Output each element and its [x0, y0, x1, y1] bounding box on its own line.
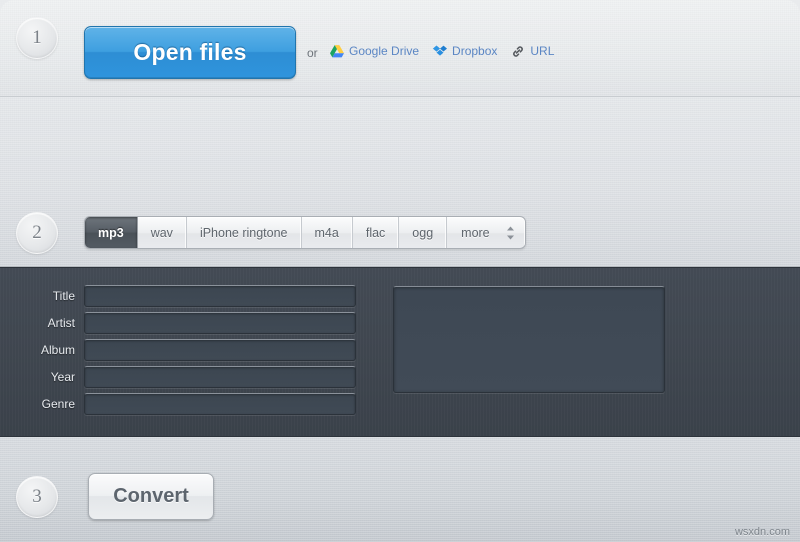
- field-row-artist: Artist: [22, 312, 356, 334]
- google-drive-label: Google Drive: [349, 44, 420, 58]
- open-files-button[interactable]: Open files: [84, 26, 296, 79]
- google-drive-icon: [330, 44, 344, 58]
- field-row-year: Year: [22, 366, 356, 388]
- label-year: Year: [50, 370, 75, 384]
- format-tab-ogg[interactable]: ogg: [399, 217, 448, 248]
- cloud-source-links: Google Drive Dropbox URL: [330, 44, 554, 58]
- input-genre[interactable]: [84, 393, 356, 415]
- step-2-section: 2 mp3 wav iPhone ringtone m4a flac ogg m…: [0, 97, 800, 354]
- input-year[interactable]: [84, 366, 356, 388]
- format-tab-mp3[interactable]: mp3: [85, 217, 138, 248]
- format-tab-more-label: more: [461, 225, 490, 240]
- dropbox-link[interactable]: Dropbox: [433, 44, 497, 58]
- input-album[interactable]: [84, 339, 356, 361]
- format-tab-more[interactable]: more: [447, 217, 524, 248]
- stepper-updown-icon[interactable]: [506, 226, 515, 240]
- dropbox-label: Dropbox: [452, 44, 498, 58]
- step-3-badge: 3: [16, 476, 58, 518]
- label-title: Title: [52, 289, 75, 303]
- watermark: wsxdn.com: [734, 526, 790, 538]
- audio-converter-app: 1 Open files or Google Drive Dropbox URL…: [0, 0, 800, 542]
- format-tab-flac[interactable]: flac: [353, 217, 400, 248]
- url-link[interactable]: URL: [511, 44, 554, 58]
- input-artist[interactable]: [84, 312, 356, 334]
- field-row-title: Title: [22, 285, 356, 307]
- input-title[interactable]: [84, 285, 356, 307]
- field-row-genre: Genre: [22, 393, 356, 415]
- url-label: URL: [530, 44, 555, 58]
- or-label: or: [307, 46, 318, 60]
- label-artist: Artist: [47, 316, 75, 330]
- format-tab-iphone-ringtone[interactable]: iPhone ringtone: [187, 217, 302, 248]
- label-album: Album: [40, 343, 75, 357]
- convert-button[interactable]: Convert: [88, 473, 214, 520]
- link-icon: [511, 45, 525, 58]
- field-row-album: Album: [22, 339, 356, 361]
- dropbox-icon: [433, 45, 448, 58]
- step-2-badge: 2: [16, 212, 58, 254]
- format-tab-m4a[interactable]: m4a: [302, 217, 353, 248]
- step-1-badge: 1: [16, 17, 58, 59]
- step-1-section: 1 Open files or Google Drive Dropbox URL: [0, 0, 800, 98]
- cover-art-dropzone[interactable]: [393, 286, 665, 393]
- google-drive-link[interactable]: Google Drive: [330, 44, 419, 58]
- format-tab-bar: mp3 wav iPhone ringtone m4a flac ogg mor…: [84, 216, 526, 249]
- label-genre: Genre: [41, 397, 75, 411]
- format-tab-wav[interactable]: wav: [138, 217, 187, 248]
